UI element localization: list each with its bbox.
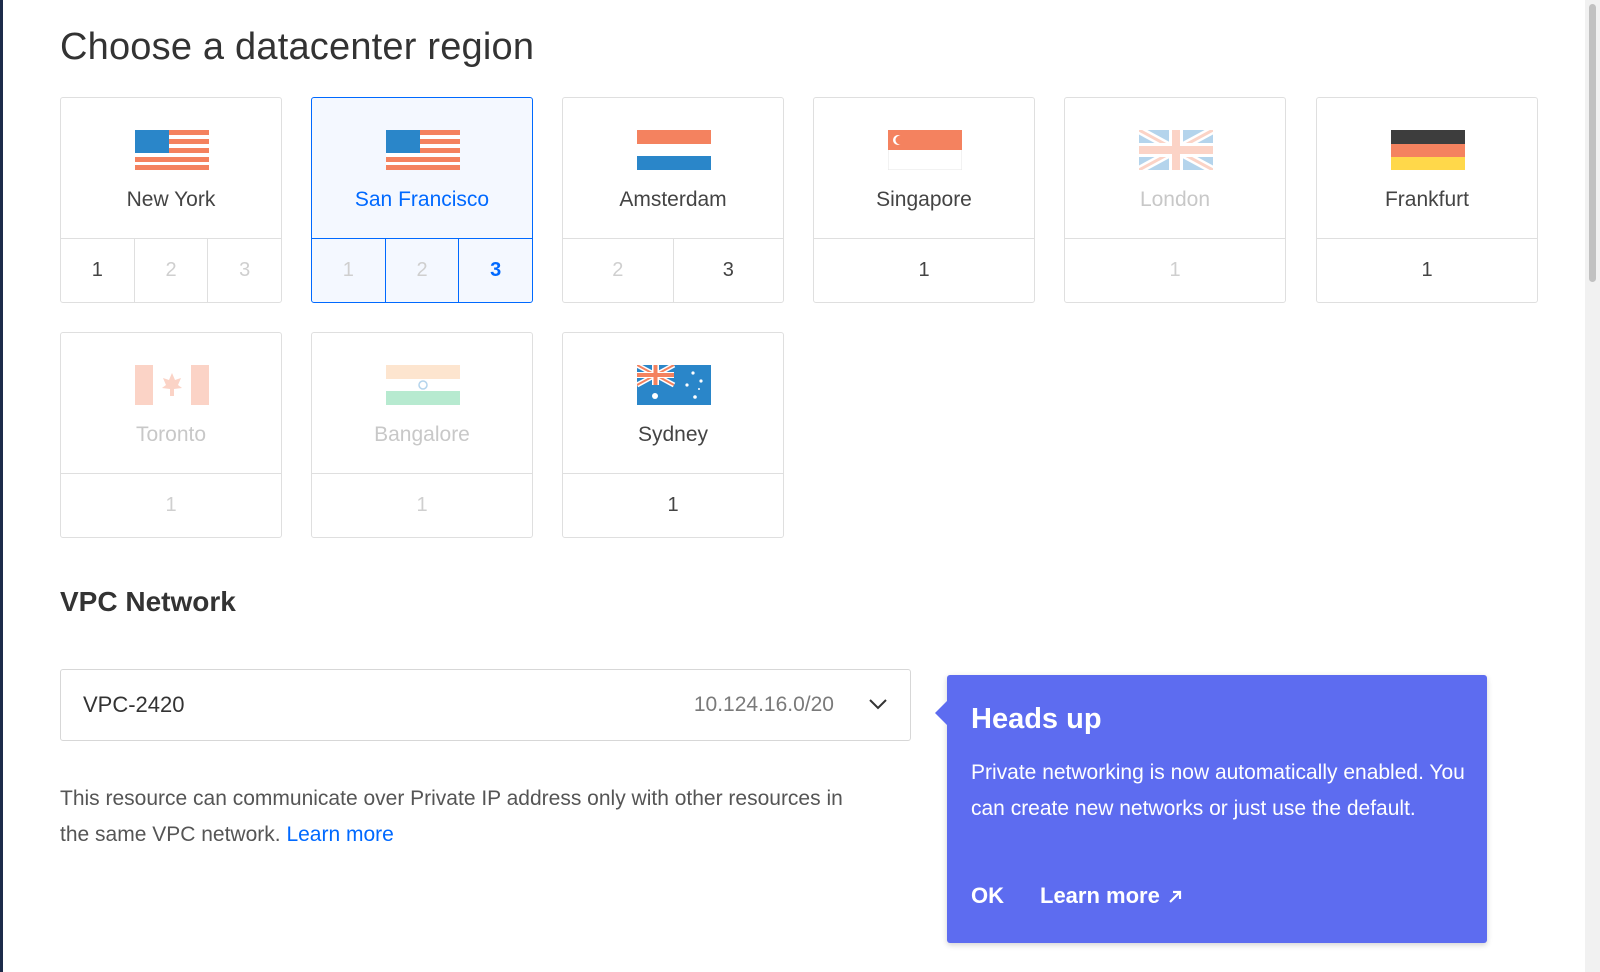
region-card-header: Singapore xyxy=(814,98,1034,239)
ca-flag-icon xyxy=(135,365,209,405)
region-card-sydney[interactable]: Sydney 1 xyxy=(562,332,784,538)
region-city-name: Bangalore xyxy=(374,423,470,446)
region-card-header: Toronto xyxy=(61,333,281,474)
de-flag-icon xyxy=(1391,130,1465,170)
region-card-header: New York xyxy=(61,98,281,239)
us-flag-icon xyxy=(135,130,209,170)
in-flag-icon xyxy=(386,365,460,405)
us-flag-icon xyxy=(386,130,460,170)
vpc-learn-more-link[interactable]: Learn more xyxy=(286,823,393,846)
region-card-header: Bangalore xyxy=(312,333,532,474)
datacenter-options: 1 xyxy=(563,474,783,537)
popover-title: Heads up xyxy=(971,703,1102,735)
datacenter-option-3: 3 xyxy=(207,239,281,302)
region-card-amsterdam[interactable]: Amsterdam 2 3 xyxy=(562,97,784,303)
datacenter-option-1: 1 xyxy=(1169,259,1181,281)
heads-up-popover: Heads up Private networking is now autom… xyxy=(935,675,1487,943)
region-card-frankfurt[interactable]: Frankfurt 1 xyxy=(1316,97,1538,303)
vpc-network-heading: VPC Network xyxy=(60,586,236,617)
external-link-arrow-icon xyxy=(1169,891,1181,903)
region-city-name: New York xyxy=(126,188,216,211)
uk-flag-icon xyxy=(1139,130,1213,170)
region-card-bangalore: Bangalore 1 xyxy=(311,332,533,538)
datacenter-option-2: 2 xyxy=(133,239,208,302)
datacenter-option-1[interactable]: 1 xyxy=(563,474,783,537)
nl-flag-icon xyxy=(637,130,711,170)
region-card-header: London xyxy=(1065,98,1285,239)
popover-actions: OK Learn more xyxy=(971,883,1182,909)
vpc-description: This resource can communicate over Priva… xyxy=(60,787,843,846)
datacenter-option-3[interactable]: 3 xyxy=(458,239,532,302)
datacenter-option-1: 1 xyxy=(165,494,177,516)
sg-flag-icon xyxy=(888,130,962,170)
datacenter-option-2: 2 xyxy=(612,259,624,281)
vpc-network-select[interactable]: VPC-2420 10.124.16.0/20 xyxy=(60,669,911,741)
region-card-san-francisco[interactable]: San Francisco 1 2 3 xyxy=(311,97,533,303)
region-city-name: London xyxy=(1139,188,1211,211)
region-city-name: Amsterdam xyxy=(619,188,727,211)
datacenter-options: 1 2 3 xyxy=(312,239,532,302)
region-card-header: San Francisco xyxy=(312,98,532,239)
datacenter-option-1[interactable]: 1 xyxy=(61,239,134,302)
window-edge xyxy=(0,0,3,972)
region-city-name: San Francisco xyxy=(354,188,490,211)
popover-arrow xyxy=(935,701,947,725)
datacenter-options: 1 xyxy=(312,474,532,537)
scrollbar-thumb[interactable] xyxy=(1589,4,1596,282)
vpc-selected-name: VPC-2420 xyxy=(83,692,185,717)
region-card-london: London 1 xyxy=(1064,97,1286,303)
region-card-new-york[interactable]: New York 1 2 3 xyxy=(60,97,282,303)
datacenter-options: 2 3 xyxy=(563,239,783,302)
popover-ok-button[interactable]: OK xyxy=(971,883,1004,909)
au-flag-icon xyxy=(637,365,711,405)
datacenter-option-2: 2 xyxy=(384,239,459,302)
region-city-name: Singapore xyxy=(876,188,972,211)
vpc-selected-cidr: 10.124.16.0/20 xyxy=(693,693,834,716)
region-card-header: Frankfurt xyxy=(1317,98,1537,239)
chevron-down-icon xyxy=(869,699,887,710)
popover-body: Private networking is now automatically … xyxy=(971,761,1465,820)
region-card-toronto: Toronto 1 xyxy=(60,332,282,538)
datacenter-option-1[interactable]: 1 xyxy=(814,239,1034,302)
datacenter-option-3[interactable]: 3 xyxy=(672,239,784,302)
region-city-name: Sydney xyxy=(637,423,709,446)
datacenter-option-1: 1 xyxy=(342,259,354,281)
page-title: Choose a datacenter region xyxy=(60,26,535,68)
popover-learn-more-link[interactable]: Learn more xyxy=(1040,883,1182,909)
datacenter-option-1: 1 xyxy=(416,494,428,516)
datacenter-options: 1 xyxy=(61,474,281,537)
datacenter-options: 1 xyxy=(814,239,1034,302)
region-card-singapore[interactable]: Singapore 1 xyxy=(813,97,1035,303)
region-city-name: Toronto xyxy=(135,423,207,446)
region-city-name: Frankfurt xyxy=(1384,188,1470,211)
region-card-header: Sydney xyxy=(563,333,783,474)
datacenter-options: 1 xyxy=(1065,239,1285,302)
datacenter-options: 1 2 3 xyxy=(61,239,281,302)
datacenter-option-1[interactable]: 1 xyxy=(1317,239,1537,302)
datacenter-options: 1 xyxy=(1317,239,1537,302)
region-card-header: Amsterdam xyxy=(563,98,783,239)
